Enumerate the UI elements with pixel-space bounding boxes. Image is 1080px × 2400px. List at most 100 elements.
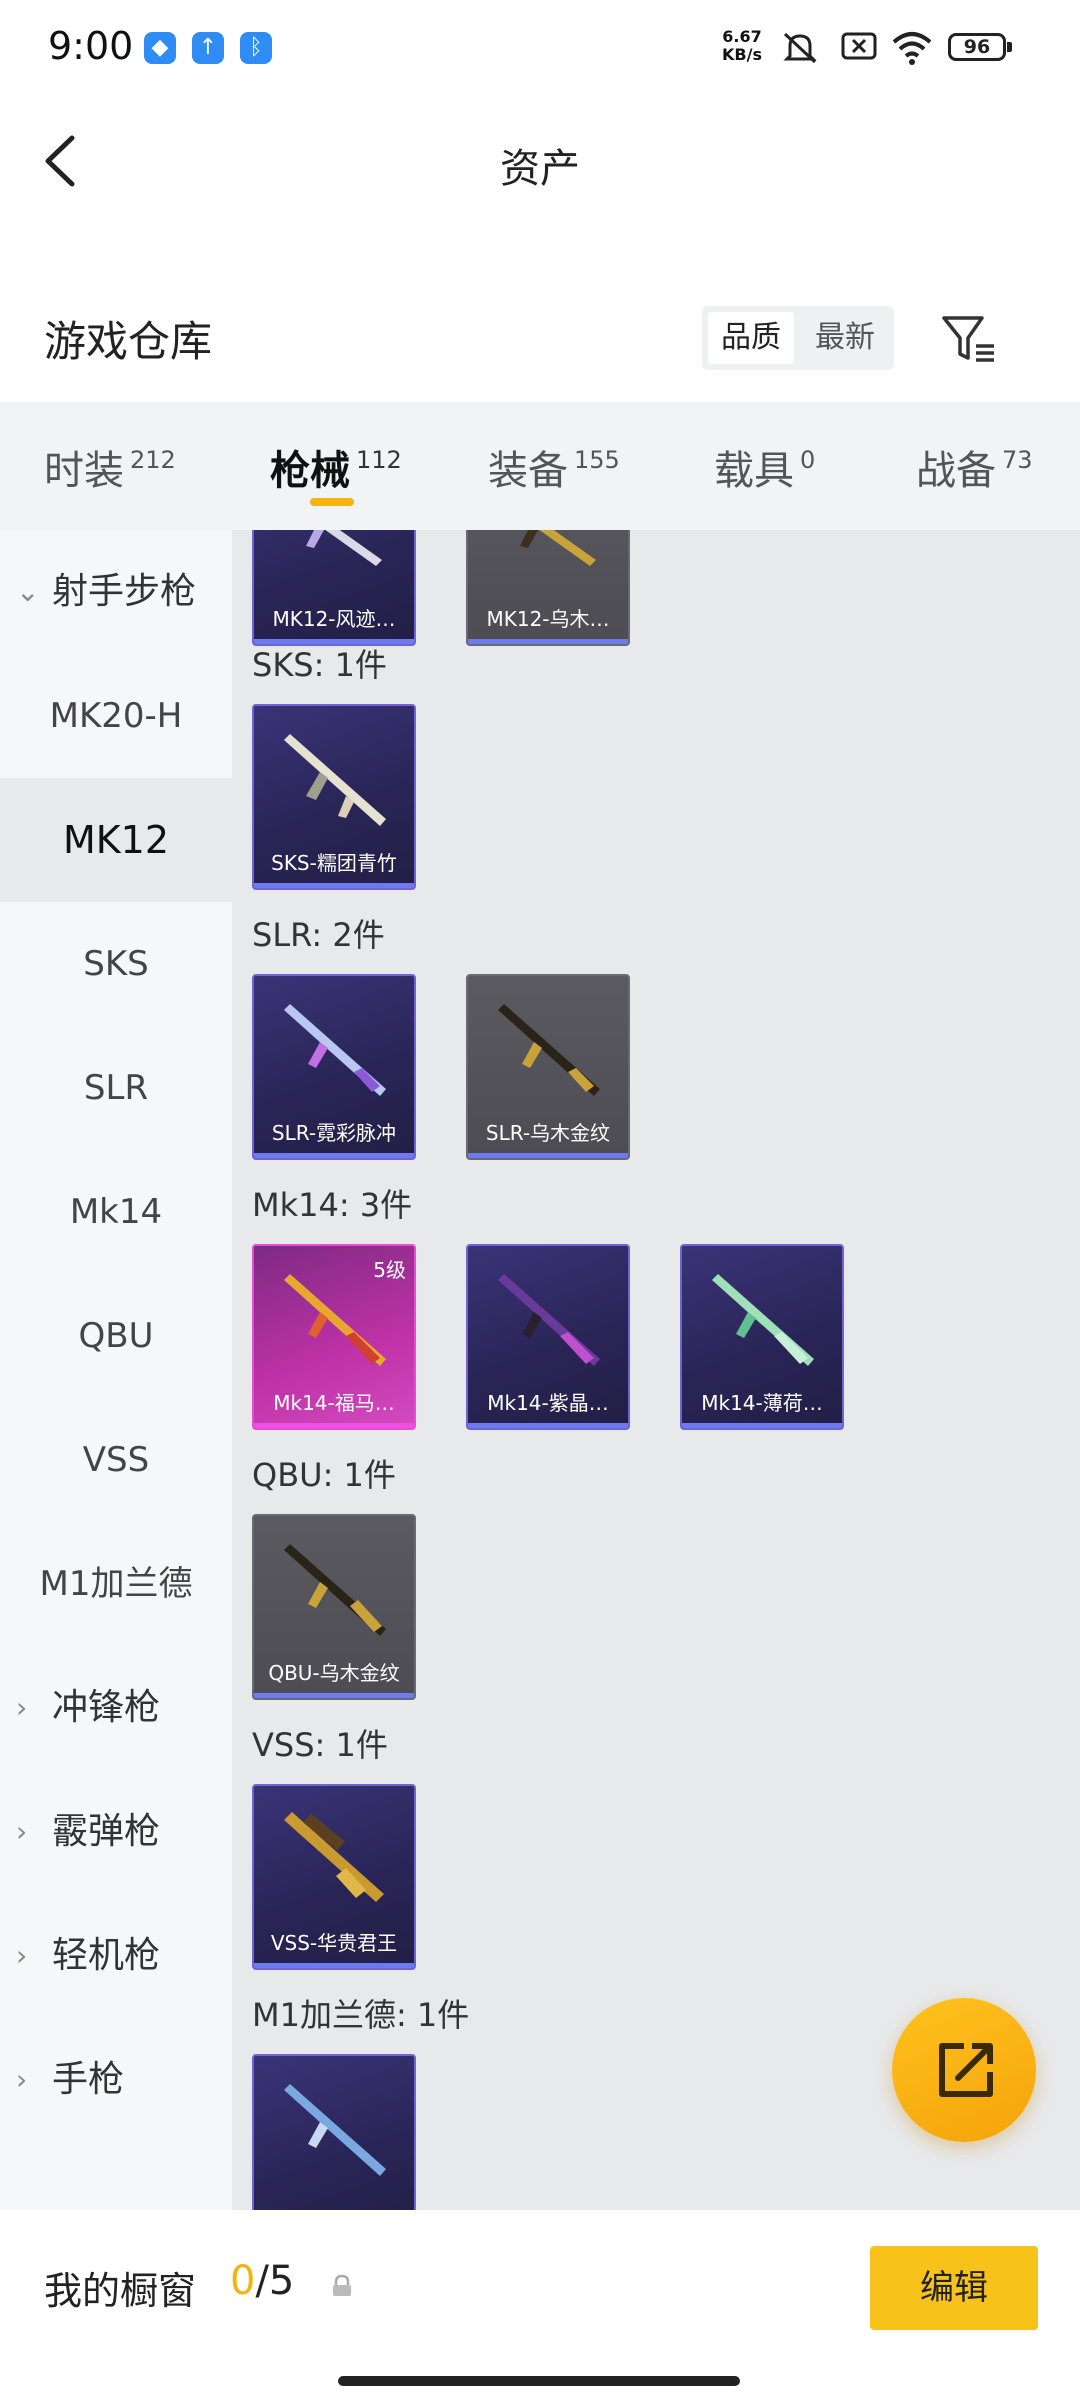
showcase-count-total: /5 — [255, 2258, 295, 2304]
tab-firearms[interactable]: 枪械 112 — [270, 438, 402, 496]
battery-indicator: 96 — [948, 33, 1012, 61]
weapon-card[interactable]: 5级 Mk14-福马… — [252, 1244, 416, 1430]
sidebar-item-qbu[interactable]: QBU — [0, 1274, 232, 1398]
rarity-bar — [682, 1423, 842, 1428]
sidebar-item-mk12[interactable]: MK12 — [0, 778, 232, 902]
share-external-icon — [939, 2043, 993, 2097]
rarity-bar — [468, 1423, 628, 1428]
mute-bell-icon — [783, 32, 817, 64]
weapon-card[interactable]: SLR-霓彩脉冲 — [252, 974, 416, 1160]
page-title: 资产 — [500, 146, 580, 192]
weapon-card[interactable]: MK12-乌木… — [466, 530, 630, 646]
weapon-name: VSS-华贵君王 — [270, 1931, 398, 1955]
wifi-icon — [892, 32, 932, 65]
active-tab-indicator — [310, 498, 354, 506]
tab-count: 155 — [574, 446, 620, 474]
sidebar-group-pistol[interactable]: › 手枪 — [0, 2018, 232, 2142]
rarity-bar — [254, 883, 414, 888]
warehouse-row: 游戏仓库 品质 最新 — [0, 226, 1080, 402]
weapon-card[interactable]: SKS-糯团青竹 — [252, 704, 416, 890]
tab-count: 0 — [800, 446, 816, 474]
rifle-skin-icon — [712, 1274, 814, 1366]
weapon-name: Mk14-福马… — [273, 1391, 395, 1415]
section-title-qbu: QBU: 1件 — [252, 1456, 396, 1494]
sidebar-group-marksman-rifles[interactable]: ⌄ 射手步枪 — [0, 530, 232, 654]
home-indicator[interactable] — [338, 2376, 740, 2386]
weapon-card[interactable]: VSS-华贵君王 — [252, 1784, 416, 1970]
rifle-skin-icon — [284, 1812, 384, 1902]
weapon-card[interactable] — [252, 2054, 416, 2210]
rifle-skin-icon — [498, 1004, 600, 1096]
weapon-name: SKS-糯团青竹 — [271, 851, 397, 875]
rifle-skin-icon — [306, 530, 382, 566]
rifle-skin-icon — [284, 2084, 386, 2176]
chevron-down-icon: ⌄ — [16, 575, 40, 608]
tab-supplies[interactable]: 战备 73 — [916, 438, 1033, 496]
weapon-card[interactable]: Mk14-薄荷… — [680, 1244, 844, 1430]
section-title-m1-garand: M1加兰德: 1件 — [252, 1996, 470, 2034]
tab-count: 212 — [130, 446, 176, 474]
rarity-bar — [254, 1963, 414, 1968]
weapon-name: Mk14-紫晶… — [487, 1391, 609, 1415]
weapon-name: Mk14-薄荷… — [701, 1391, 823, 1415]
net-speed-value: 6.67 — [722, 27, 762, 46]
sidebar-group-lmg[interactable]: › 轻机枪 — [0, 1894, 232, 2018]
chevron-right-icon: › — [16, 1939, 28, 1972]
sidebar-group-label: 轻机枪 — [52, 1935, 161, 1976]
weapon-card[interactable]: QBU-乌木金纹 — [252, 1514, 416, 1700]
weapon-card[interactable]: Mk14-紫晶… — [466, 1244, 630, 1430]
rifle-skin-icon — [520, 530, 596, 566]
tab-label: 装备 — [488, 448, 568, 494]
weapon-name: SLR-乌木金纹 — [485, 1121, 611, 1145]
sidebar-group-label: 射手步枪 — [52, 571, 197, 612]
network-speed: 6.67 KB/s — [722, 28, 762, 64]
tab-fashion[interactable]: 时装 212 — [44, 438, 176, 496]
section-title-mk14: Mk14: 3件 — [252, 1186, 413, 1224]
tab-count: 112 — [356, 446, 402, 474]
net-speed-unit: KB/s — [722, 45, 762, 64]
tab-label: 载具 — [714, 448, 794, 494]
sidebar-item-sks[interactable]: SKS — [0, 902, 232, 1026]
weapon-name: QBU-乌木金纹 — [268, 1661, 400, 1685]
sidebar-group-smg[interactable]: › 冲锋枪 — [0, 1646, 232, 1770]
no-sim-icon — [841, 32, 877, 60]
sidebar-group-label: 手枪 — [52, 2059, 125, 2100]
tab-vehicles[interactable]: 载具 0 — [714, 438, 815, 496]
sort-by-quality[interactable]: 品质 — [708, 312, 794, 364]
rarity-bar — [254, 1153, 414, 1158]
showcase-count: 0/5 — [230, 2258, 294, 2304]
sidebar-item-mk14[interactable]: Mk14 — [0, 1150, 232, 1274]
sidebar-item-m1-garand[interactable]: M1加兰德 — [0, 1522, 232, 1646]
filter-button[interactable] — [938, 308, 1002, 372]
bluetooth-icon: ᛒ — [240, 32, 272, 64]
header: 资产 — [0, 96, 1080, 226]
sidebar-item-slr[interactable]: SLR — [0, 1026, 232, 1150]
sidebar-group-label: 霰弹枪 — [52, 1811, 161, 1852]
category-tabs: 时装 212 枪械 112 装备 155 载具 0 战备 73 — [0, 402, 1080, 530]
section-title-vss: VSS: 1件 — [252, 1726, 388, 1764]
showcase-label: 我的橱窗 — [44, 2269, 197, 2313]
chevron-right-icon: › — [16, 2063, 28, 2096]
status-bar: 9:00 ◆ ↑ ᛒ 6.67 KB/s 96 — [0, 0, 1080, 96]
share-button[interactable] — [892, 1998, 1036, 2142]
sort-by-newest[interactable]: 最新 — [802, 312, 888, 364]
sidebar-item-mk20h[interactable]: MK20-H — [0, 654, 232, 778]
weapon-name: SLR-霓彩脉冲 — [271, 1121, 397, 1145]
rifle-skin-icon — [284, 1544, 386, 1636]
section-title-slr: SLR: 2件 — [252, 916, 385, 954]
weapon-card[interactable]: SLR-乌木金纹 — [466, 974, 630, 1160]
weapon-card[interactable]: MK12-风迹… — [252, 530, 416, 646]
tab-count: 73 — [1002, 446, 1033, 474]
tab-equipment[interactable]: 装备 155 — [488, 438, 620, 496]
weapon-category-sidebar: ⌄ 射手步枪 MK20-H MK12 SKS SLR Mk14 QBU VSS … — [0, 530, 232, 2210]
sort-toggle: 品质 最新 — [702, 306, 894, 370]
weapon-grid: MK12-风迹… MK12-乌木… SKS: 1件 SKS-糯团青竹 SLR: … — [232, 530, 1080, 2210]
sidebar-item-vss[interactable]: VSS — [0, 1398, 232, 1522]
edit-button[interactable]: 编辑 — [870, 2246, 1038, 2330]
chevron-right-icon: › — [16, 1815, 28, 1848]
sidebar-group-shotgun[interactable]: › 霰弹枪 — [0, 1770, 232, 1894]
warehouse-title: 游戏仓库 — [44, 317, 213, 366]
section-title-sks: SKS: 1件 — [252, 646, 387, 684]
rifle-skin-icon — [284, 734, 386, 826]
weapon-name: MK12-风迹… — [272, 607, 396, 631]
